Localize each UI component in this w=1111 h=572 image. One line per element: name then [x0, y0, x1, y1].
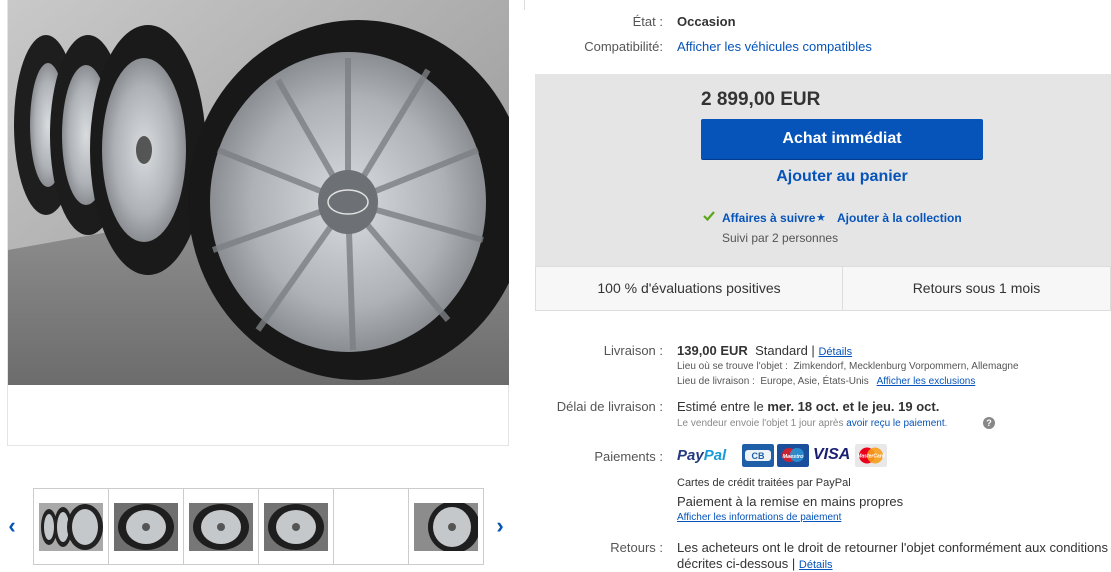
watch-list-link[interactable]: Affaires à suivre	[722, 211, 815, 225]
mastercard-icon: MasterCard	[855, 444, 887, 467]
maestro-card-icon: Maestro	[777, 444, 809, 467]
delivery-note-text: Le vendeur envoie l'objet 1 jour après	[677, 418, 844, 429]
star-icon: ★	[816, 212, 826, 224]
wheels-photo	[8, 0, 509, 385]
ship-to-line: Lieu de livraison : Europe, Asie, États-…	[677, 376, 975, 387]
thumbnail-strip: ‹ ›	[0, 488, 512, 566]
condition-label: État :	[632, 14, 663, 29]
main-product-image[interactable]	[7, 0, 509, 446]
feedback-badge: 100 % d'évaluations positives	[536, 267, 843, 310]
followers-count: Suivi par 2 personnes	[722, 231, 839, 245]
shipping-details-link[interactable]: Détails	[818, 346, 852, 358]
returns-details-link[interactable]: Détails	[799, 559, 833, 571]
delivery-note: Le vendeur envoie l'objet 1 jour après a…	[677, 418, 947, 429]
main-photo[interactable]	[8, 0, 509, 385]
maestro-card-text: Maestro	[782, 454, 804, 460]
compatibility-link[interactable]: Afficher les véhicules compatibles	[677, 39, 872, 54]
thumbnail-image	[414, 503, 478, 551]
returns-text-2: décrites ci-dessous |	[677, 556, 796, 571]
shipping-service: Standard |	[755, 343, 815, 358]
delivery-note-end: .	[944, 418, 948, 429]
checkmark-icon	[703, 211, 715, 222]
ship-to-value: Europe, Asie, États-Unis	[760, 376, 869, 387]
condition-value: Occasion	[677, 14, 736, 29]
returns-badge: Retours sous 1 mois	[912, 280, 1041, 296]
payment-info-link[interactable]: Afficher les informations de paiement	[677, 512, 841, 523]
item-location-line: Lieu où se trouve l'objet : Zimkendorf, …	[677, 361, 1019, 372]
add-to-cart-button[interactable]: Ajouter au panier	[701, 168, 983, 190]
thumbnail-5[interactable]	[333, 488, 409, 565]
paypal-logo-pay: Pay	[677, 447, 704, 464]
thumbnail-6[interactable]	[408, 488, 484, 565]
compatibility-label: Compatibilité:	[584, 39, 663, 54]
thumbnail-4[interactable]	[258, 488, 334, 565]
visa-logo: VISA	[813, 446, 851, 463]
add-to-collection-link[interactable]: Ajouter à la collection	[837, 211, 962, 225]
returns-label: Retours :	[610, 540, 663, 555]
thumbnail-image	[189, 503, 253, 551]
delivery-and: et le	[842, 399, 869, 414]
cb-card-icon: CB	[742, 444, 774, 467]
returns-text-line-1: Les acheteurs ont le droit de retourner …	[677, 540, 1109, 555]
help-icon[interactable]: ?	[983, 417, 995, 429]
thumbnail-3[interactable]	[183, 488, 259, 565]
delivery-estimate: Estimé entre le mer. 18 oct. et le jeu. …	[677, 399, 939, 414]
top-divider	[524, 0, 525, 10]
ship-to-label: Lieu de livraison :	[677, 376, 755, 387]
shipping-label: Livraison :	[603, 343, 663, 358]
exclusions-link[interactable]: Afficher les exclusions	[877, 376, 976, 387]
cb-card-text: CB	[752, 451, 765, 461]
delivery-prefix: Estimé entre le	[677, 399, 764, 414]
thumbnail-image	[39, 503, 103, 551]
delivery-date-from: mer. 18 oct.	[767, 399, 839, 414]
payments-label: Paiements :	[594, 449, 663, 464]
item-location-value: Zimkendorf, Mecklenburg Vorpommern, Alle…	[793, 361, 1019, 372]
mastercard-text: MasterCard	[857, 454, 885, 460]
price: 2 899,00 EUR	[701, 89, 821, 110]
credit-card-note: Cartes de crédit traitées par PayPal	[677, 477, 851, 489]
paypal-logo-pal: Pal	[703, 447, 727, 464]
thumbnail-2[interactable]	[108, 488, 184, 565]
item-location-label: Lieu où se trouve l'objet :	[677, 361, 788, 372]
chevron-right-icon[interactable]: ›	[492, 514, 508, 538]
thumbnail-image	[264, 503, 328, 551]
in-person-payment: Paiement à la remise en mains propres	[677, 494, 904, 509]
returns-text-line-2: décrites ci-dessous | Détails	[677, 556, 833, 571]
shipping-cost: 139,00 EUR	[677, 343, 748, 358]
thumbnail-image	[114, 503, 178, 551]
thumbnail-1[interactable]	[33, 488, 109, 565]
chevron-left-icon[interactable]: ‹	[4, 514, 20, 538]
delivery-date-to: jeu. 19 oct.	[872, 399, 940, 414]
delivery-label: Délai de livraison :	[556, 399, 663, 414]
paypal-logo: PayPal	[677, 447, 726, 470]
shipping-line: 139,00 EUR Standard | Détails	[677, 343, 852, 358]
buy-now-button[interactable]: Achat immédiat	[701, 119, 983, 160]
seller-badges: 100 % d'évaluations positives Retours so…	[535, 266, 1111, 311]
delivery-note-link[interactable]: avoir reçu le paiement	[846, 418, 944, 429]
